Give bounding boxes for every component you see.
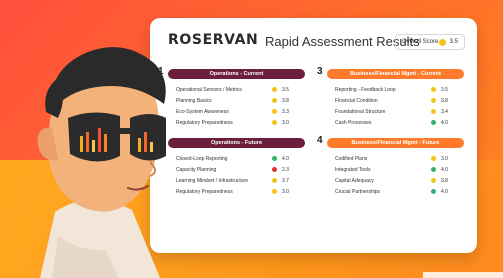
bottom-right-accent [423, 272, 503, 278]
overall-status-dot-icon [438, 38, 446, 46]
status-dot-icon [431, 98, 436, 103]
status-dot-icon [272, 189, 277, 194]
status-dot-icon [272, 120, 277, 125]
score-row-label: Cash Processes [335, 119, 372, 126]
score-row-label: Integrated Tools [335, 166, 371, 173]
overall-score-label: Overall Score [402, 39, 439, 45]
score-row-value: 4.0 [441, 119, 448, 126]
score-row: Integrated Tools 4.0 [327, 164, 464, 175]
score-row: Financial Condition 3.8 [327, 95, 464, 106]
score-row-value: 3.0 [441, 155, 448, 162]
score-row-value: 3.0 [282, 188, 289, 195]
score-row: Regulatory Preparedness 3.0 [168, 186, 305, 197]
score-row-label: Capacity Planning [176, 166, 217, 173]
section-number: 3 [317, 66, 323, 77]
score-row: Regulatory Preparedness 3.0 [168, 117, 305, 128]
score-row-label: Reporting - Feedback Loop [335, 86, 396, 93]
score-row-label: Operational Sensors / Metrics [176, 86, 242, 93]
score-row-label: Financial Condition [335, 97, 378, 104]
status-dot-icon [272, 87, 277, 92]
score-row-value: 3.5 [441, 86, 448, 93]
score-row-label: Regulatory Preparedness [176, 188, 233, 195]
score-row-label: Learning Mindset / Infrastructure [176, 177, 248, 184]
score-row: Capacity Planning 2.3 [168, 164, 305, 175]
score-row-value: 2.3 [282, 166, 289, 173]
score-row: Learning Mindset / Infrastructure 3.7 [168, 175, 305, 186]
score-row: Planning Basics 3.8 [168, 95, 305, 106]
score-row-value: 3.8 [441, 177, 448, 184]
section-rows: Codified Plans 3.0 Integrated Tools 4.0 … [327, 153, 464, 197]
section-title-bar: Operations - Future [168, 138, 305, 148]
score-row-label: Eco-System Awareness [176, 108, 229, 115]
status-dot-icon [431, 167, 436, 172]
status-dot-icon [431, 189, 436, 194]
results-panel: ROSERVAN Rapid Assessment Results Overal… [150, 18, 477, 253]
score-row: Foundational Structure 3.4 [327, 106, 464, 117]
status-dot-icon [272, 178, 277, 183]
overall-score-badge: Overall Score 3.5 [395, 34, 465, 50]
score-row-value: 3.5 [282, 86, 289, 93]
score-row: Closed-Loop Reporting 4.0 [168, 153, 305, 164]
score-row-label: Foundational Structure [335, 108, 386, 115]
score-row-label: Closed-Loop Reporting [176, 155, 228, 162]
score-row-value: 3.4 [441, 108, 448, 115]
score-row-value: 4.0 [441, 166, 448, 173]
status-dot-icon [431, 87, 436, 92]
status-dot-icon [431, 109, 436, 114]
score-row-label: Capital Adequacy [335, 177, 374, 184]
score-row: Reporting - Feedback Loop 3.5 [327, 84, 464, 95]
status-dot-icon [431, 178, 436, 183]
section-rows: Closed-Loop Reporting 4.0 Capacity Plann… [168, 153, 305, 197]
score-row-value: 3.8 [441, 97, 448, 104]
status-dot-icon [272, 109, 277, 114]
score-row: Eco-System Awareness 3.3 [168, 106, 305, 117]
status-dot-icon [272, 167, 277, 172]
score-row-value: 4.0 [282, 155, 289, 162]
section-number: 1 [158, 66, 164, 77]
score-row-value: 3.7 [282, 177, 289, 184]
score-row: Cash Processes 4.0 [327, 117, 464, 128]
section-rows: Operational Sensors / Metrics 3.5 Planni… [168, 84, 305, 128]
status-dot-icon [272, 156, 277, 161]
score-row-value: 4.0 [441, 188, 448, 195]
score-row: Operational Sensors / Metrics 3.5 [168, 84, 305, 95]
overall-score-value: 3.5 [438, 38, 458, 46]
section-title-bar: Business/Financial Mgmt - Future [327, 138, 464, 148]
status-dot-icon [431, 156, 436, 161]
section-title-bar: Operations - Current [168, 69, 305, 79]
score-row-value: 3.0 [282, 119, 289, 126]
score-row-value: 3.3 [282, 108, 289, 115]
status-dot-icon [431, 120, 436, 125]
score-row: Crucial Partnerships 4.0 [327, 186, 464, 197]
score-row: Capital Adequacy 3.8 [327, 175, 464, 186]
status-dot-icon [272, 98, 277, 103]
score-row-value: 3.8 [282, 97, 289, 104]
score-row-label: Planning Basics [176, 97, 212, 104]
score-row-label: Crucial Partnerships [335, 188, 381, 195]
score-row-label: Codified Plans [335, 155, 368, 162]
section-number: 4 [317, 135, 323, 146]
brand-logo: ROSERVAN [168, 32, 259, 48]
score-row-label: Regulatory Preparedness [176, 119, 233, 126]
score-row: Codified Plans 3.0 [327, 153, 464, 164]
panel-header: ROSERVAN Rapid Assessment Results Overal… [150, 18, 477, 68]
section-rows: Reporting - Feedback Loop 3.5 Financial … [327, 84, 464, 128]
section-title-bar: Business/Financial Mgmt - Current [327, 69, 464, 79]
